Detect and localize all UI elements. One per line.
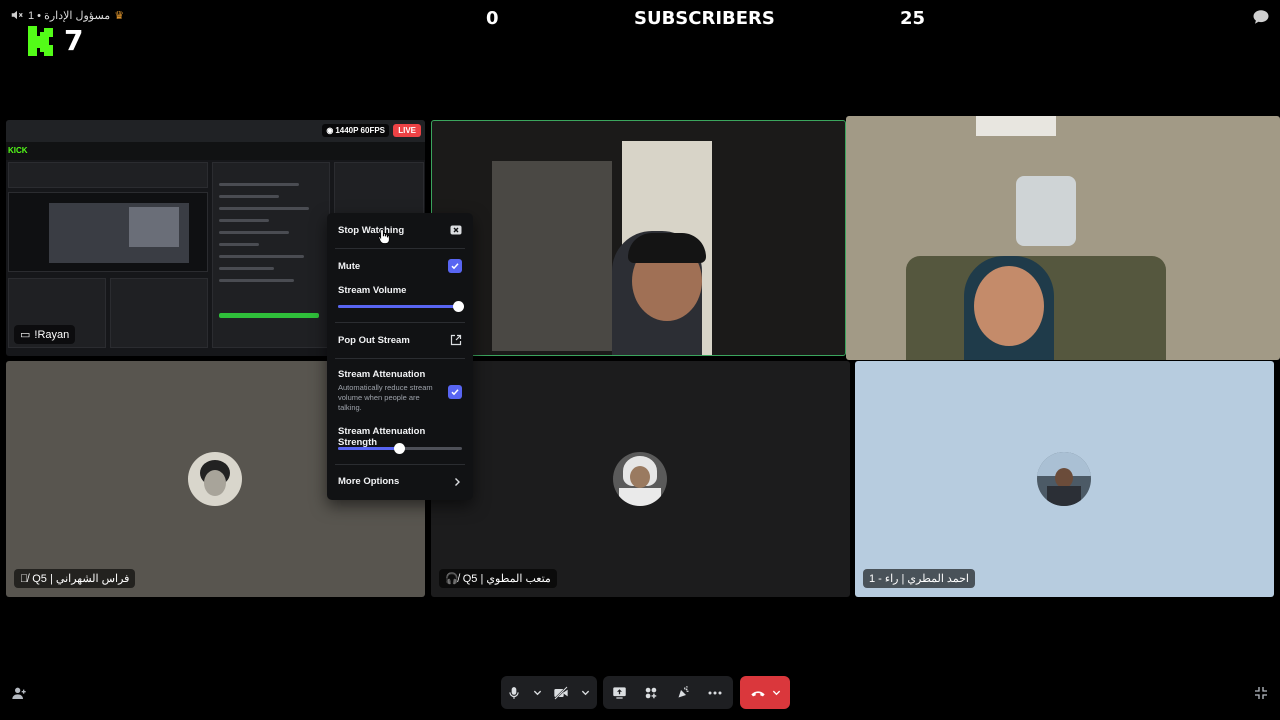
camera-tile-2[interactable] xyxy=(846,116,1280,360)
share-screen-button[interactable] xyxy=(603,676,635,709)
stream-resolution-badge: ◉ 1440P 60FPS xyxy=(322,124,389,137)
stat-left: 0 xyxy=(486,8,499,29)
mic-camera-controls xyxy=(501,676,597,709)
stream-stats-panel xyxy=(8,162,208,188)
microphone-options-button[interactable] xyxy=(527,676,547,709)
kick-logo-icon xyxy=(28,25,53,56)
activities-button[interactable] xyxy=(635,676,667,709)
menu-item-mute[interactable]: Mute xyxy=(338,259,462,273)
camera-options-button[interactable] xyxy=(575,676,595,709)
stream-volume-knob[interactable] xyxy=(453,301,464,312)
menu-divider xyxy=(335,322,465,323)
stat-right: 25 xyxy=(900,8,926,29)
stream-attenuation-description: Automatically reduce stream volume when … xyxy=(338,383,433,412)
streamer-name-label: ▭ !Rayan xyxy=(14,325,76,344)
hang-up-icon xyxy=(750,690,765,696)
chevron-down-icon xyxy=(533,690,541,696)
stream-preview-panel xyxy=(8,192,208,272)
mirror xyxy=(1016,176,1076,246)
eye-icon: ◉ xyxy=(326,126,334,135)
stream-attenuation-checkbox[interactable] xyxy=(448,385,462,399)
microphone-button[interactable] xyxy=(501,676,527,709)
mute-checkbox[interactable] xyxy=(448,259,462,273)
menu-divider xyxy=(335,464,465,465)
menu-divider xyxy=(335,248,465,249)
participant-name-label: 🎙̸ فراس الشهراني | Q5 xyxy=(14,569,136,588)
avatar xyxy=(188,452,242,506)
kick-viewer-count: 7 xyxy=(28,24,83,57)
screen-icon: ▭ xyxy=(20,329,31,341)
screen-share-icon xyxy=(612,686,626,699)
invite-people-icon[interactable] xyxy=(11,685,27,701)
checkmark-icon xyxy=(451,263,459,270)
soundboard-icon xyxy=(678,685,688,698)
person-hair xyxy=(628,233,706,263)
participant-name-label: 🎧̸ متعب المطوي | Q5 xyxy=(439,569,557,588)
microphone-icon xyxy=(509,686,519,699)
camera-background-shelf xyxy=(492,161,612,351)
pop-out-icon xyxy=(450,334,462,346)
stream-site-header xyxy=(6,142,425,160)
participant-tile-2[interactable]: 🎧̸ متعب المطوي | Q5 xyxy=(431,361,850,597)
stream-list-panel-b xyxy=(110,278,208,348)
kick-count: 7 xyxy=(64,24,84,57)
live-badge: LIVE xyxy=(393,124,421,137)
menu-divider xyxy=(335,358,465,359)
avatar xyxy=(1037,452,1091,506)
participant-tile-3[interactable]: احمد المطري | راء - 1 xyxy=(855,361,1274,597)
chevron-down-icon[interactable] xyxy=(772,688,781,697)
checkmark-icon xyxy=(451,389,459,396)
camera-off-icon xyxy=(554,685,568,700)
headphones-muted-icon: 🎧̸ xyxy=(445,573,459,585)
menu-item-more-options[interactable]: More Options xyxy=(338,476,462,487)
air-conditioner xyxy=(976,116,1056,136)
attenuation-strength-slider[interactable] xyxy=(338,443,462,454)
menu-item-pop-out[interactable]: Pop Out Stream xyxy=(338,334,462,346)
more-button[interactable] xyxy=(699,676,731,709)
mic-muted-icon: 🎙̸ xyxy=(20,572,29,585)
activities-icon xyxy=(645,687,657,698)
camera-button[interactable] xyxy=(547,676,575,709)
stream-volume-label-row: Stream Volume xyxy=(338,285,407,296)
person-face xyxy=(974,266,1044,346)
attenuation-strength-knob[interactable] xyxy=(394,443,405,454)
menu-item-stop-watching[interactable]: Stop Watching xyxy=(338,224,462,236)
stream-context-menu: Stop Watching Mute Stream Volume Pop Out… xyxy=(327,213,473,500)
stream-chat-panel xyxy=(212,162,330,348)
hand-cursor-icon xyxy=(378,229,390,244)
stream-volume-slider[interactable] xyxy=(338,301,464,312)
chevron-right-icon xyxy=(455,477,460,486)
stream-attenuation-label-row: Stream Attenuation xyxy=(338,369,426,380)
chevron-down-icon xyxy=(581,690,589,696)
disconnect-button[interactable] xyxy=(740,676,790,709)
exit-fullscreen-icon[interactable] xyxy=(1253,685,1269,701)
activity-controls xyxy=(603,676,733,709)
close-box-icon xyxy=(450,225,462,235)
user-label: مسؤول الإدارة • 1 xyxy=(28,9,111,22)
avatar xyxy=(613,452,667,506)
camera-tile-1[interactable] xyxy=(431,120,846,356)
subscribers-label: SUBSCRIBERS xyxy=(634,8,775,29)
participant-name-label: احمد المطري | راء - 1 xyxy=(863,569,975,588)
speaker-muted-icon xyxy=(11,10,23,20)
soundboard-button[interactable] xyxy=(667,676,699,709)
chat-bubble-icon[interactable] xyxy=(1252,8,1270,26)
stream-site-logo: KICK xyxy=(8,146,28,155)
top-user-indicator: مسؤول الإدارة • 1 ♛ xyxy=(10,8,124,22)
more-icon xyxy=(708,691,722,694)
crown-icon: ♛ xyxy=(114,9,125,22)
